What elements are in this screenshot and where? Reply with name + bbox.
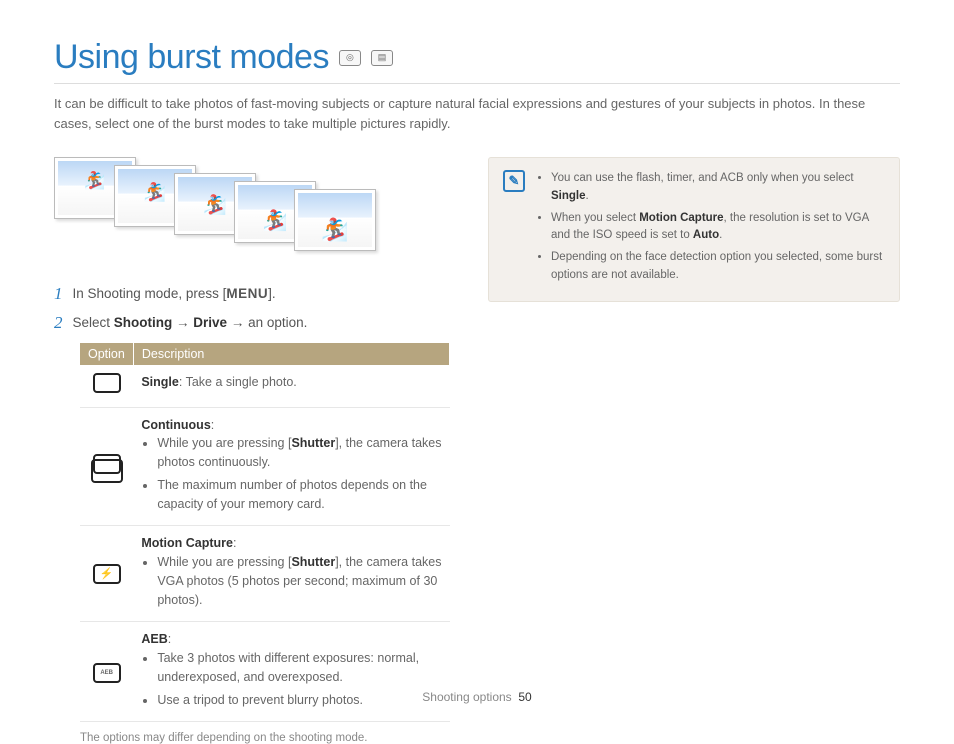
list-item: While you are pressing [Shutter], the ca… [157,434,441,472]
note-item: When you select Motion Capture, the reso… [551,210,885,246]
section-name: Shooting options [422,690,511,704]
intro-text: It can be difficult to take photos of fa… [54,94,900,133]
col-option: Option [80,343,133,365]
table-row: AEB: Take 3 photos with different exposu… [80,622,450,722]
option-description: Motion Capture: While you are pressing [… [133,526,449,622]
option-name: Single [141,375,179,389]
col-description: Description [133,343,449,365]
list-item: Take 3 photos with different exposures: … [157,649,441,687]
list-item: The maximum number of photos depends on … [157,476,441,514]
text: While you are pressing [ [157,555,291,569]
camera-mode-icon: ◎ [339,50,361,66]
table-row: Motion Capture: While you are pressing [… [80,526,450,622]
option-name: Motion Capture [141,536,233,550]
bold-text: Shutter [291,436,335,450]
text: You can use the flash, timer, and ACB on… [551,172,854,184]
table-row: Single: Take a single photo. [80,365,450,407]
burst-illustration: 🏂 🏂 🏂 🏂 🏂 [54,157,454,257]
page-title: Using burst modes [54,38,329,77]
text: Select [73,315,114,330]
list-item: While you are pressing [Shutter], the ca… [157,553,441,609]
snowboarder-icon: 🏂 [203,193,227,217]
option-name: Continuous [141,418,210,432]
table-footnote: The options may differ depending on the … [80,732,454,744]
step-1: 1 In Shooting mode, press [MENU]. [54,285,454,304]
snowboarder-icon: 🏂 [84,171,105,191]
option-description: Single: Take a single photo. [133,365,449,407]
step-text: Select Shooting → Drive → an option. [73,314,308,333]
continuous-icon [93,454,121,474]
step-number: 2 [54,314,63,333]
note-callout: ✎ You can use the flash, timer, and ACB … [488,157,900,302]
title-divider [54,83,900,84]
table-row: Continuous: While you are pressing [Shut… [80,407,450,526]
snowboarder-icon: 🏂 [321,217,348,243]
single-icon [93,373,121,393]
text: ]. [268,286,276,301]
text: . [586,190,589,202]
text: . [719,229,722,241]
text: → an option. [227,315,307,330]
step-2: 2 Select Shooting → Drive → an option. [54,314,454,333]
note-item: Depending on the face detection option y… [551,249,885,285]
page-footer: Shooting options 50 [0,690,954,704]
bold-text: Shutter [291,555,335,569]
text: While you are pressing [ [157,436,291,450]
note-item: You can use the flash, timer, and ACB on… [551,170,885,206]
option-name: AEB [141,632,167,646]
text: : [168,632,171,646]
arrow: → [172,315,193,330]
text: : Take a single photo. [179,375,297,389]
option-description: Continuous: While you are pressing [Shut… [133,407,449,526]
page-number: 50 [518,690,531,704]
text: In Shooting mode, press [ [73,286,227,301]
motion-capture-icon [93,564,121,584]
options-table: Option Description Single: Take a single… [80,343,450,723]
aeb-icon [93,663,121,683]
bold-text: Single [551,190,586,202]
text: : [233,536,236,550]
option-description: AEB: Take 3 photos with different exposu… [133,622,449,722]
bold-text: Drive [193,315,227,330]
bold-text: Auto [693,229,719,241]
note-icon: ✎ [503,170,525,192]
snowboarder-icon: 🏂 [263,208,288,233]
menu-label: MENU [226,286,268,301]
scene-mode-icon: ▤ [371,50,393,66]
step-text: In Shooting mode, press [MENU]. [73,285,276,304]
text: : [211,418,214,432]
step-number: 1 [54,285,63,304]
snowboarder-icon: 🏂 [144,182,166,203]
bold-text: Motion Capture [639,212,723,224]
text: When you select [551,212,639,224]
bold-text: Shooting [114,315,172,330]
